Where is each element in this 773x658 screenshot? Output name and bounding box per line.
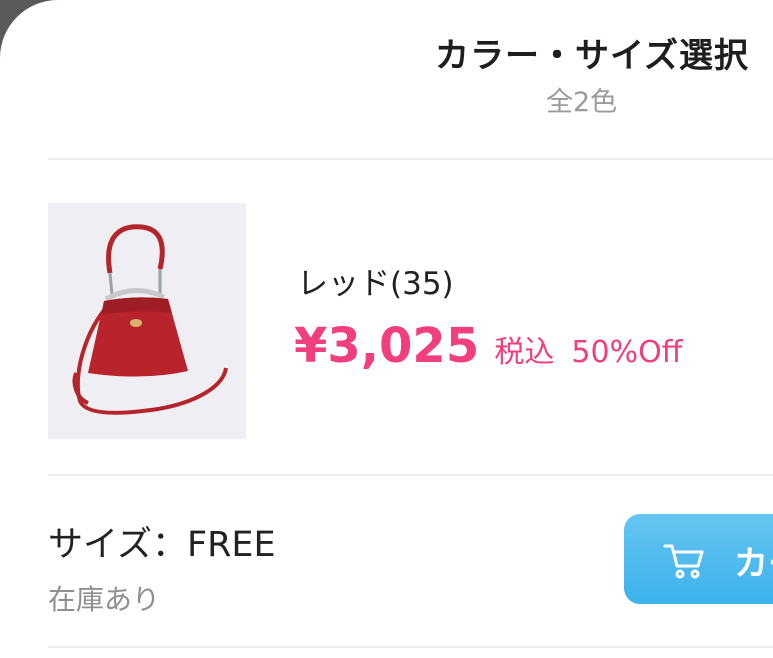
divider [48,646,773,648]
discount-badge: 50%Off [571,335,683,370]
product-thumbnail[interactable] [48,203,246,439]
color-name: レッド(35) [297,266,454,302]
red-handbag-image [48,203,246,439]
add-to-cart-label: カート [734,544,773,584]
price: ¥3,025 [294,318,480,374]
size-label: サイズ：FREE [48,525,276,565]
divider [48,158,773,160]
price-row: ¥3,025 税込 50%Off [294,318,682,374]
color-size-selection-sheet: カラー・サイズ選択 全2色 レッド(35) ¥3,025 税込 50%Off サ… [0,0,773,658]
add-to-cart-button[interactable]: カート [624,514,773,604]
tax-label: 税込 [494,335,555,370]
cart-icon [663,544,704,579]
divider [48,474,773,476]
sheet-title: カラー・サイズ選択 [435,36,749,76]
color-count: 全2色 [546,87,618,118]
stock-status: 在庫あり [48,583,161,616]
